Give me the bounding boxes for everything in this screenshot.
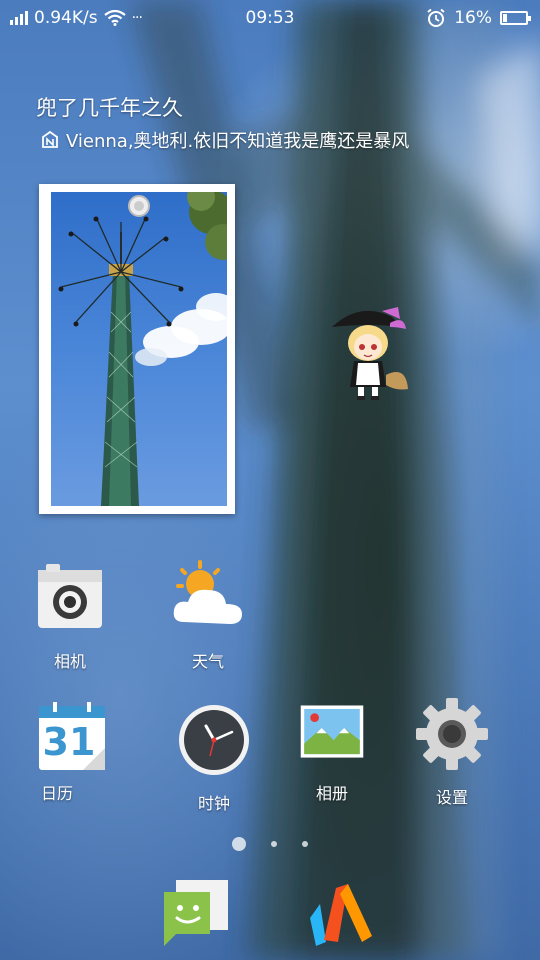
location-icon <box>42 130 58 148</box>
photo-widget[interactable] <box>39 184 235 514</box>
widget-subtitle-row[interactable]: Vienna,奥地利.依旧不知道我是鹰还是暴风 <box>40 127 409 153</box>
app-gallery-label: 相册 <box>315 784 348 803</box>
page-dot-1[interactable] <box>231 836 246 851</box>
status-bar: 0.94K/s ··· 09:53 16% <box>0 0 540 38</box>
clock-icon <box>179 705 249 775</box>
photo-image <box>51 192 227 506</box>
browser-icon[interactable] <box>306 880 376 950</box>
battery-percent: 16% <box>454 8 492 28</box>
widget-subtitle: Vienna,奥地利.依旧不知道我是鹰还是暴风 <box>66 131 410 152</box>
calendar-day: 31 <box>42 720 96 764</box>
page-dot-3[interactable] <box>302 840 309 847</box>
app-calendar[interactable]: 31 日历 <box>22 702 122 804</box>
widget-title[interactable]: 兜了几千年之久 <box>36 92 183 122</box>
app-weather[interactable]: 天气 <box>158 560 258 672</box>
status-right: 16% <box>426 8 531 28</box>
weather-icon <box>173 560 242 624</box>
app-calendar-label: 日历 <box>40 784 73 803</box>
settings-icon <box>416 698 488 770</box>
gallery-icon <box>300 705 364 758</box>
app-clock-label: 时钟 <box>197 794 230 813</box>
app-weather-label: 天气 <box>191 652 224 671</box>
messages-icon[interactable] <box>162 876 232 946</box>
alarm-icon <box>427 8 445 27</box>
app-camera[interactable]: 相机 <box>20 560 120 672</box>
page-dot-2[interactable] <box>271 840 277 847</box>
camera-icon <box>38 564 102 628</box>
page-indicator <box>0 833 540 852</box>
calendar-icon: 31 <box>37 702 107 772</box>
app-camera-label: 相机 <box>53 652 86 671</box>
app-clock[interactable]: 时钟 <box>164 702 264 814</box>
app-settings-label: 设置 <box>435 788 468 807</box>
app-settings[interactable]: 设置 <box>402 696 502 808</box>
tower-photo <box>58 192 227 506</box>
character-sticker[interactable] <box>330 305 410 405</box>
app-gallery[interactable]: 相册 <box>282 702 382 804</box>
battery-icon <box>500 11 531 25</box>
